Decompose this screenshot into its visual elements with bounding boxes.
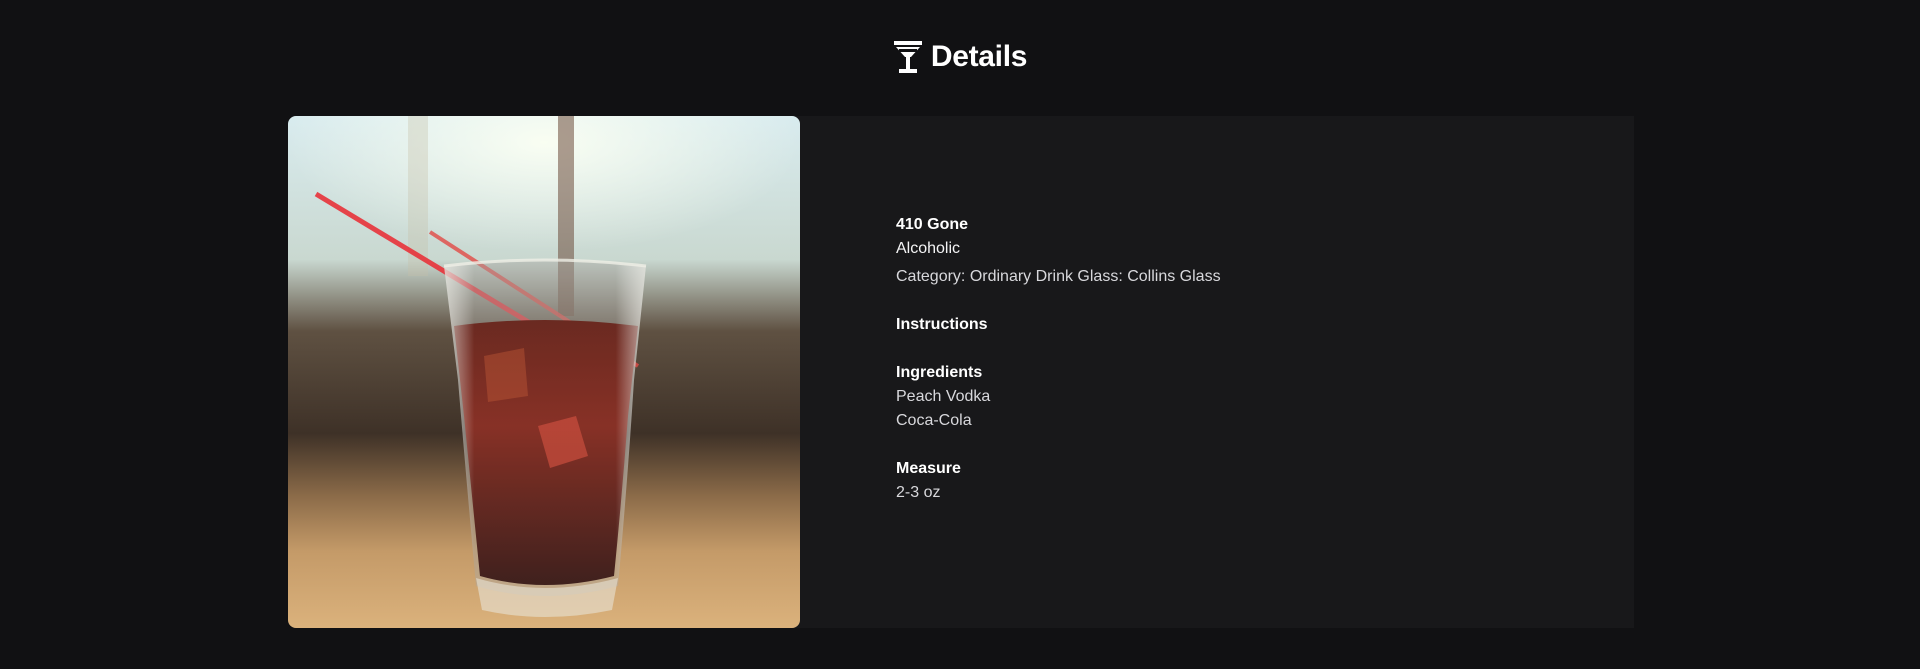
category-label: Category: xyxy=(896,268,966,285)
ingredients-title: Ingredients xyxy=(896,364,983,381)
instructions-title: Instructions xyxy=(896,316,988,333)
ingredient-item: Peach Vodka xyxy=(896,388,991,405)
drink-alcoholic-type: Alcoholic xyxy=(896,240,961,257)
drink-name: 410 Gone xyxy=(896,216,969,233)
ingredient-item: Coca-Cola xyxy=(896,412,972,429)
glass-label: Glass: xyxy=(1077,268,1123,285)
drink-meta: Category: Ordinary Drink Glass: Collins … xyxy=(896,265,1221,289)
page-title: Details xyxy=(930,40,1028,73)
drink-details-card: 410 Gone Alcoholic Category: Ordinary Dr… xyxy=(288,116,1634,628)
drink-info: 410 Gone Alcoholic Category: Ordinary Dr… xyxy=(800,116,1221,628)
glass-value: Collins Glass xyxy=(1127,268,1221,285)
category-value: Ordinary Drink xyxy=(969,268,1073,285)
page-header: Details xyxy=(0,40,1920,74)
drink-image xyxy=(288,116,800,628)
drink-photo xyxy=(288,116,800,628)
cocktail-glass-icon xyxy=(893,41,922,73)
measure-title: Measure xyxy=(896,460,961,477)
measure-item: 2-3 oz xyxy=(896,484,941,501)
